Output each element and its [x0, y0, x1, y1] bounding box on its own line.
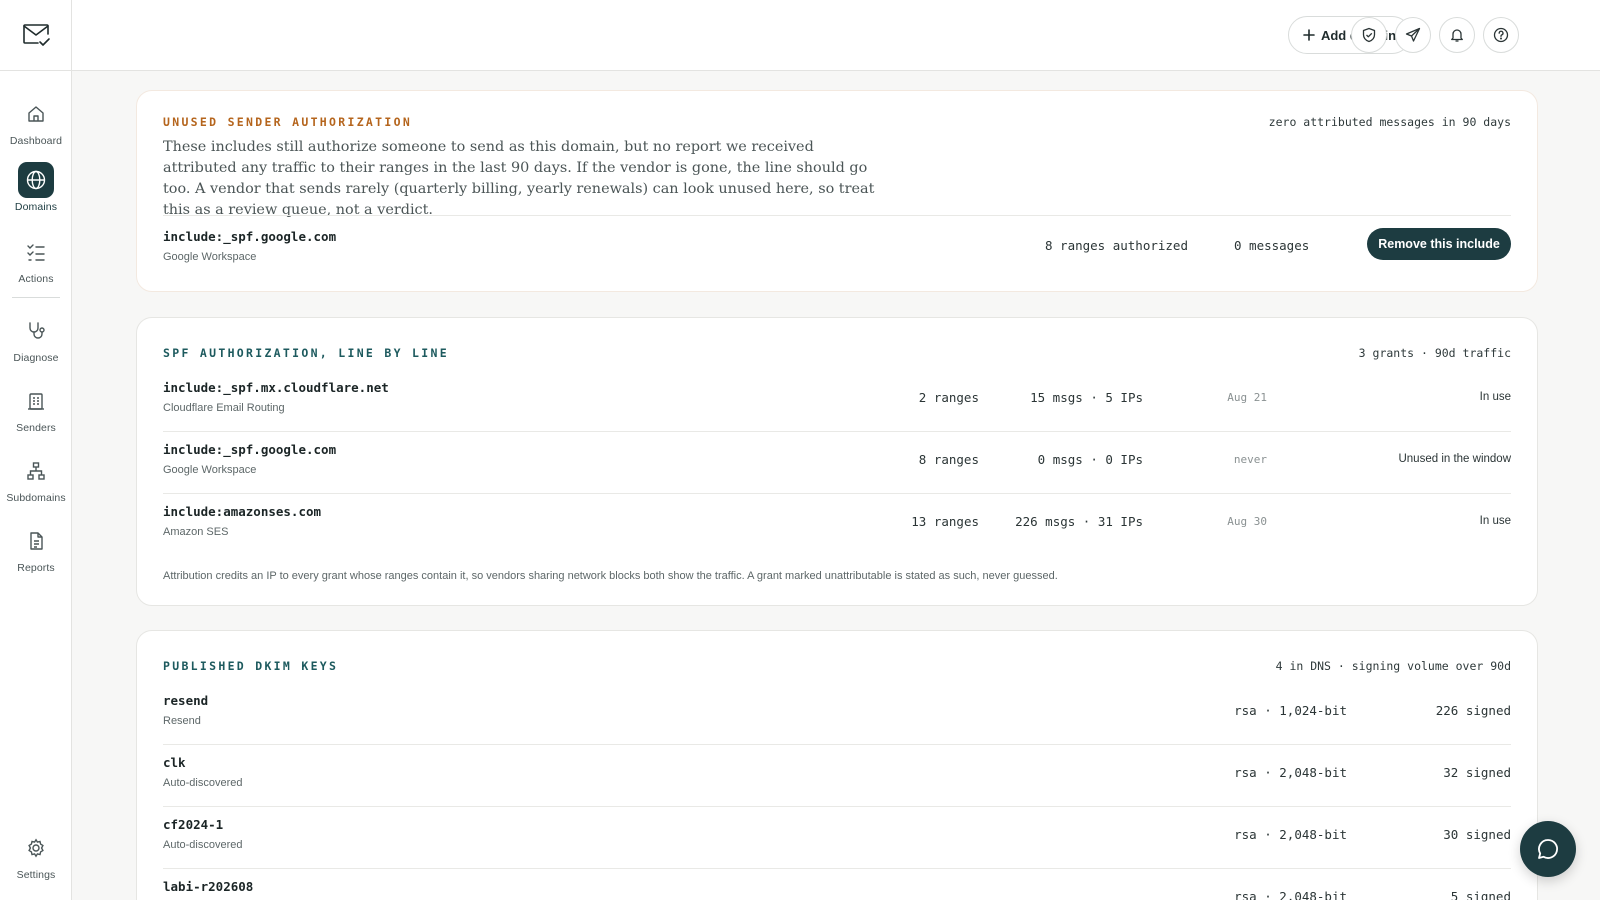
spf-ranges: 2 ranges [918, 390, 979, 405]
card-description: These includes still authorize someone t… [163, 139, 875, 218]
add-domain-button[interactable]: Add domain [1288, 16, 1411, 54]
gear-icon [18, 830, 54, 866]
dkim-key-type: rsa · 2,048-bit [1234, 765, 1347, 780]
spf-grant-vendor: Cloudflare Email Routing [163, 402, 285, 414]
spf-traffic: 15 msgs · 5 IPs [1030, 390, 1143, 405]
spf-traffic: 0 msgs · 0 IPs [1037, 452, 1143, 467]
spf-authorization-card: SPF AUTHORIZATION, LINE BY LINE 3 grants… [136, 317, 1538, 606]
sidebar-item-label: Diagnose [13, 352, 59, 364]
sidebar-item-label: Senders [16, 422, 56, 434]
include-name: include:_spf.google.com [163, 229, 337, 244]
checklist-icon [18, 234, 54, 270]
notifications-button[interactable] [1439, 17, 1475, 53]
sidebar-item-label: Dashboard [9, 135, 63, 147]
dkim-selector: labi-r202608 [163, 879, 254, 894]
table-row: labi-r202608 rsa · 2,048-bit 5 signed [163, 868, 1511, 900]
spf-grant-name: include:_spf.google.com [163, 442, 337, 457]
dkim-selector: clk [163, 755, 186, 770]
dkim-signed-count: 5 signed [1450, 889, 1511, 900]
table-row: clk Auto-discovered rsa · 2,048-bit 32 s… [163, 744, 1511, 806]
card-meta: 4 in DNS · signing volume over 90d [1275, 659, 1511, 673]
send-icon [1405, 27, 1421, 42]
help-button[interactable] [1483, 17, 1519, 53]
stethoscope-icon [18, 313, 54, 349]
dkim-selector: resend [163, 693, 209, 708]
remove-include-button[interactable]: Remove this include [1367, 228, 1511, 260]
chat-bubble-icon [1538, 839, 1558, 859]
table-row: resend Resend rsa · 1,024-bit 226 signed [163, 683, 1511, 745]
building-icon [18, 383, 54, 419]
ranges-authorized: 8 ranges authorized [1045, 238, 1188, 253]
sidebar-item-label: Reports [17, 562, 55, 574]
table-row: cf2024-1 Auto-discovered rsa · 2,048-bit… [163, 806, 1511, 868]
card-title: SPF AUTHORIZATION, LINE BY LINE [163, 346, 449, 360]
spf-last-seen: Aug 21 [1227, 391, 1267, 404]
help-icon [1493, 27, 1509, 43]
sidebar-item-label: Settings [16, 869, 56, 881]
document-icon [18, 523, 54, 559]
sidebar-item-label: Subdomains [6, 492, 66, 504]
spf-ranges: 8 ranges [918, 452, 979, 467]
spf-status: In use [1479, 391, 1511, 403]
spf-ranges: 13 ranges [911, 514, 979, 529]
sidebar-item-label: Actions [18, 273, 54, 285]
mail-check-icon [23, 24, 50, 46]
unused-include-row: include:_spf.google.com Google Workspace… [163, 215, 1511, 277]
table-row: include:_spf.google.com Google Workspace… [163, 431, 1511, 493]
spf-last-seen: Aug 30 [1227, 515, 1267, 528]
sidebar-item-reports[interactable]: Reports [0, 523, 72, 585]
sitemap-icon [18, 453, 54, 489]
dkim-key-type: rsa · 2,048-bit [1234, 889, 1347, 900]
dkim-selector: cf2024-1 [163, 817, 224, 832]
dkim-key-type: rsa · 2,048-bit [1234, 827, 1347, 842]
dkim-signed-count: 30 signed [1443, 827, 1511, 842]
include-vendor: Google Workspace [163, 251, 257, 263]
spf-status: In use [1479, 515, 1511, 527]
spf-grant-name: include:_spf.mx.cloudflare.net [163, 380, 389, 395]
message-count: 0 messages [1234, 238, 1310, 253]
table-row: include:_spf.mx.cloudflare.net Cloudflar… [163, 370, 1511, 432]
chat-button[interactable] [1520, 821, 1576, 877]
dkim-keys-card: PUBLISHED DKIM KEYS 4 in DNS · signing v… [136, 630, 1538, 900]
spf-last-seen: never [1233, 453, 1267, 466]
card-meta: zero attributed messages in 90 days [1268, 115, 1511, 129]
topbar: Add domain [72, 0, 1600, 71]
app-logo[interactable] [0, 0, 72, 71]
plus-icon [1303, 29, 1315, 41]
dkim-source: Resend [163, 715, 201, 727]
sidebar-divider [12, 297, 60, 298]
sidebar-item-settings[interactable]: Settings [0, 830, 72, 892]
dkim-signed-count: 32 signed [1443, 765, 1511, 780]
card-title: PUBLISHED DKIM KEYS [163, 659, 339, 673]
sidebar-item-actions[interactable]: Actions [0, 234, 72, 296]
globe-icon [18, 162, 54, 198]
table-row: include:amazonses.com Amazon SES 13 rang… [163, 493, 1511, 555]
spf-grant-vendor: Google Workspace [163, 464, 257, 476]
sidebar-item-dashboard[interactable]: Dashboard [0, 96, 72, 158]
dkim-source: Auto-discovered [163, 839, 243, 851]
unused-authorization-card: UNUSED SENDER AUTHORIZATION zero attribu… [136, 90, 1538, 292]
sidebar-item-label: Domains [14, 201, 58, 213]
shield-check-icon [1362, 27, 1376, 43]
sidebar-item-diagnose[interactable]: Diagnose [0, 313, 72, 375]
sidebar-item-senders[interactable]: Senders [0, 383, 72, 445]
dkim-key-type: rsa · 1,024-bit [1234, 703, 1347, 718]
spf-traffic: 226 msgs · 31 IPs [1015, 514, 1143, 529]
send-button[interactable] [1395, 17, 1431, 53]
sidebar-item-subdomains[interactable]: Subdomains [0, 453, 72, 515]
spf-grant-name: include:amazonses.com [163, 504, 322, 519]
spf-grant-vendor: Amazon SES [163, 526, 229, 538]
card-meta: 3 grants · 90d traffic [1358, 346, 1511, 360]
home-icon [18, 96, 54, 132]
spf-status: Unused in the window [1398, 453, 1511, 465]
dkim-signed-count: 226 signed [1435, 703, 1511, 718]
attribution-footnote: Attribution credits an IP to every grant… [163, 570, 1058, 582]
security-button[interactable] [1351, 17, 1387, 53]
sidebar-item-domains[interactable]: Domains [0, 162, 72, 224]
dkim-source: Auto-discovered [163, 777, 243, 789]
sidebar: Dashboard Domains Actions Diagnose Sende… [0, 0, 72, 900]
bell-icon [1451, 29, 1463, 42]
card-title: UNUSED SENDER AUTHORIZATION [163, 115, 413, 129]
